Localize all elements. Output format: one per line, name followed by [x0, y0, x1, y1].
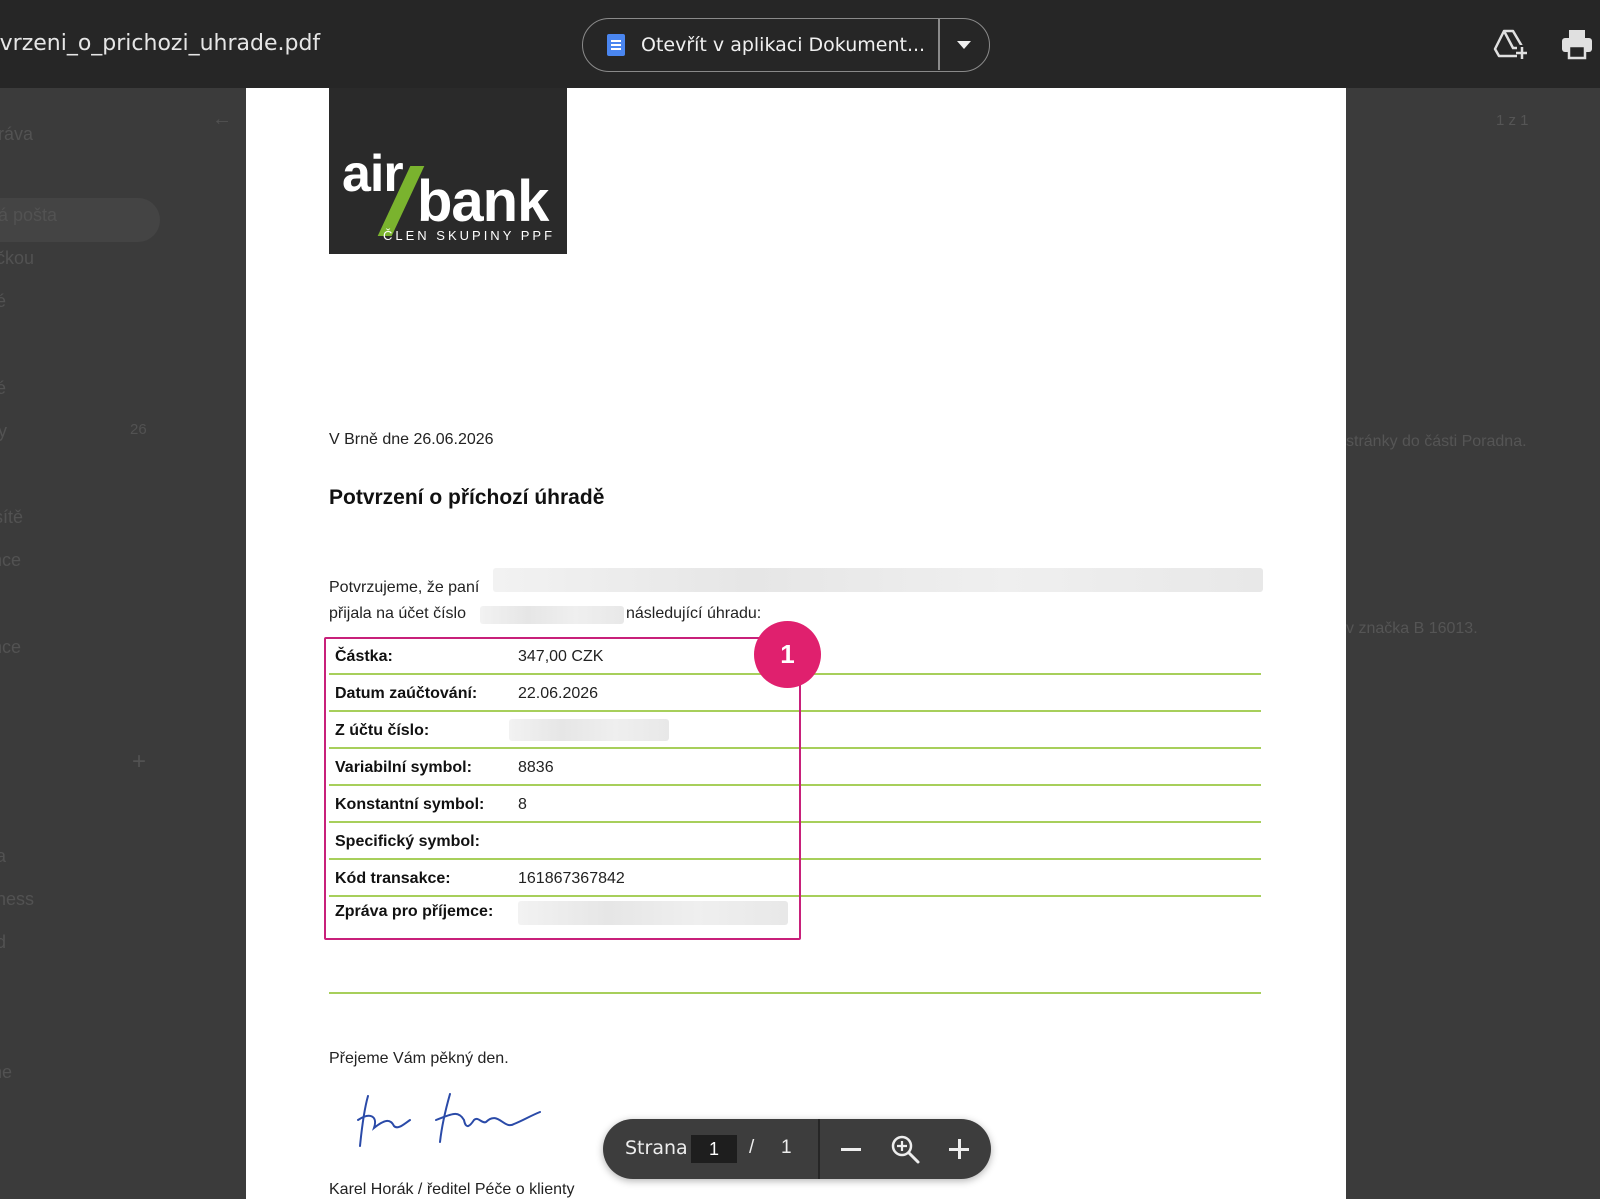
background-text: v značka B 16013.	[1346, 620, 1478, 637]
background-text: a	[0, 846, 7, 866]
background-text: sítě	[0, 507, 24, 527]
page-number-input[interactable]: 1	[691, 1135, 737, 1163]
closing-text: Přejeme Vám pěkný den.	[329, 1050, 509, 1067]
chevron-down-icon[interactable]	[940, 19, 988, 70]
intro-line-2-end: následující úhradu:	[626, 605, 762, 622]
highlight-badge: 1	[754, 621, 821, 688]
background-text: ná pošta	[0, 205, 58, 225]
background-text: ry	[0, 421, 7, 441]
redacted-account	[480, 606, 624, 624]
background-text: čkou	[0, 248, 35, 268]
viewer-toolbar: tvrzeni_o_prichozi_uhrade.pdf Otevřít v …	[0, 0, 1600, 88]
open-in-docs-button[interactable]: Otevřít v aplikaci Dokument...	[583, 19, 938, 70]
highlight-box	[324, 637, 801, 940]
file-name: tvrzeni_o_prichozi_uhrade.pdf	[0, 31, 321, 56]
signer-name: Karel Horák / ředitel Péče o klienty	[329, 1181, 575, 1198]
background-text: nce	[0, 550, 22, 570]
background-plus-icon: +	[132, 748, 147, 775]
logo-word-bank: bank	[417, 169, 549, 234]
plus-icon[interactable]	[943, 1133, 975, 1165]
background-text: stránky do části Poradna.	[1346, 433, 1527, 450]
logo-subtitle: ČLEN SKUPINY PPF	[383, 228, 556, 243]
separator-line	[329, 992, 1261, 994]
add-to-drive-icon[interactable]	[1493, 28, 1527, 60]
background-text: d	[0, 932, 7, 952]
background-page-count: 1 z 1	[1496, 112, 1529, 129]
intro-line-1: Potvrzujeme, že paní	[329, 579, 480, 596]
minus-icon[interactable]	[835, 1133, 867, 1165]
logo-word-air: air	[342, 145, 404, 203]
intro-line-2: přijala na účet číslo	[329, 605, 466, 622]
open-with-button-group: Otevřít v aplikaci Dokument...	[582, 18, 990, 72]
pdf-page: air bank ČLEN SKUPINY PPF V Brně dne 26.…	[246, 88, 1346, 1199]
google-docs-icon	[607, 33, 625, 56]
background-text: é	[0, 291, 7, 311]
redacted-name	[493, 568, 1263, 592]
page-total: 1	[781, 1137, 792, 1158]
pager-divider	[818, 1119, 820, 1179]
background-text: iness	[0, 889, 35, 909]
background-text: é	[0, 378, 7, 398]
open-in-docs-label: Otevřít v aplikaci Dokument...	[641, 33, 926, 56]
page-controls: Strana 1 / 1	[603, 1119, 991, 1179]
signature	[357, 1093, 541, 1147]
background-text: ne	[0, 1062, 13, 1082]
background-text: ráva	[0, 124, 34, 144]
background-count: 26	[130, 421, 147, 438]
page-label: Strana	[625, 1137, 688, 1159]
airbank-logo: air bank ČLEN SKUPINY PPF	[329, 88, 567, 254]
background-sidebar: ráva ná pošta čkou é é ry 26 sítě nce nc…	[0, 88, 246, 1199]
page-separator: /	[749, 1137, 755, 1158]
background-text: nce	[0, 637, 22, 657]
document-title: Potvrzení o příchozí úhradě	[329, 486, 605, 509]
print-icon[interactable]	[1560, 28, 1594, 60]
document-date: V Brně dne 26.06.2026	[329, 431, 494, 448]
zoom-icon[interactable]	[888, 1132, 922, 1166]
background-back-icon: ←	[212, 108, 232, 130]
